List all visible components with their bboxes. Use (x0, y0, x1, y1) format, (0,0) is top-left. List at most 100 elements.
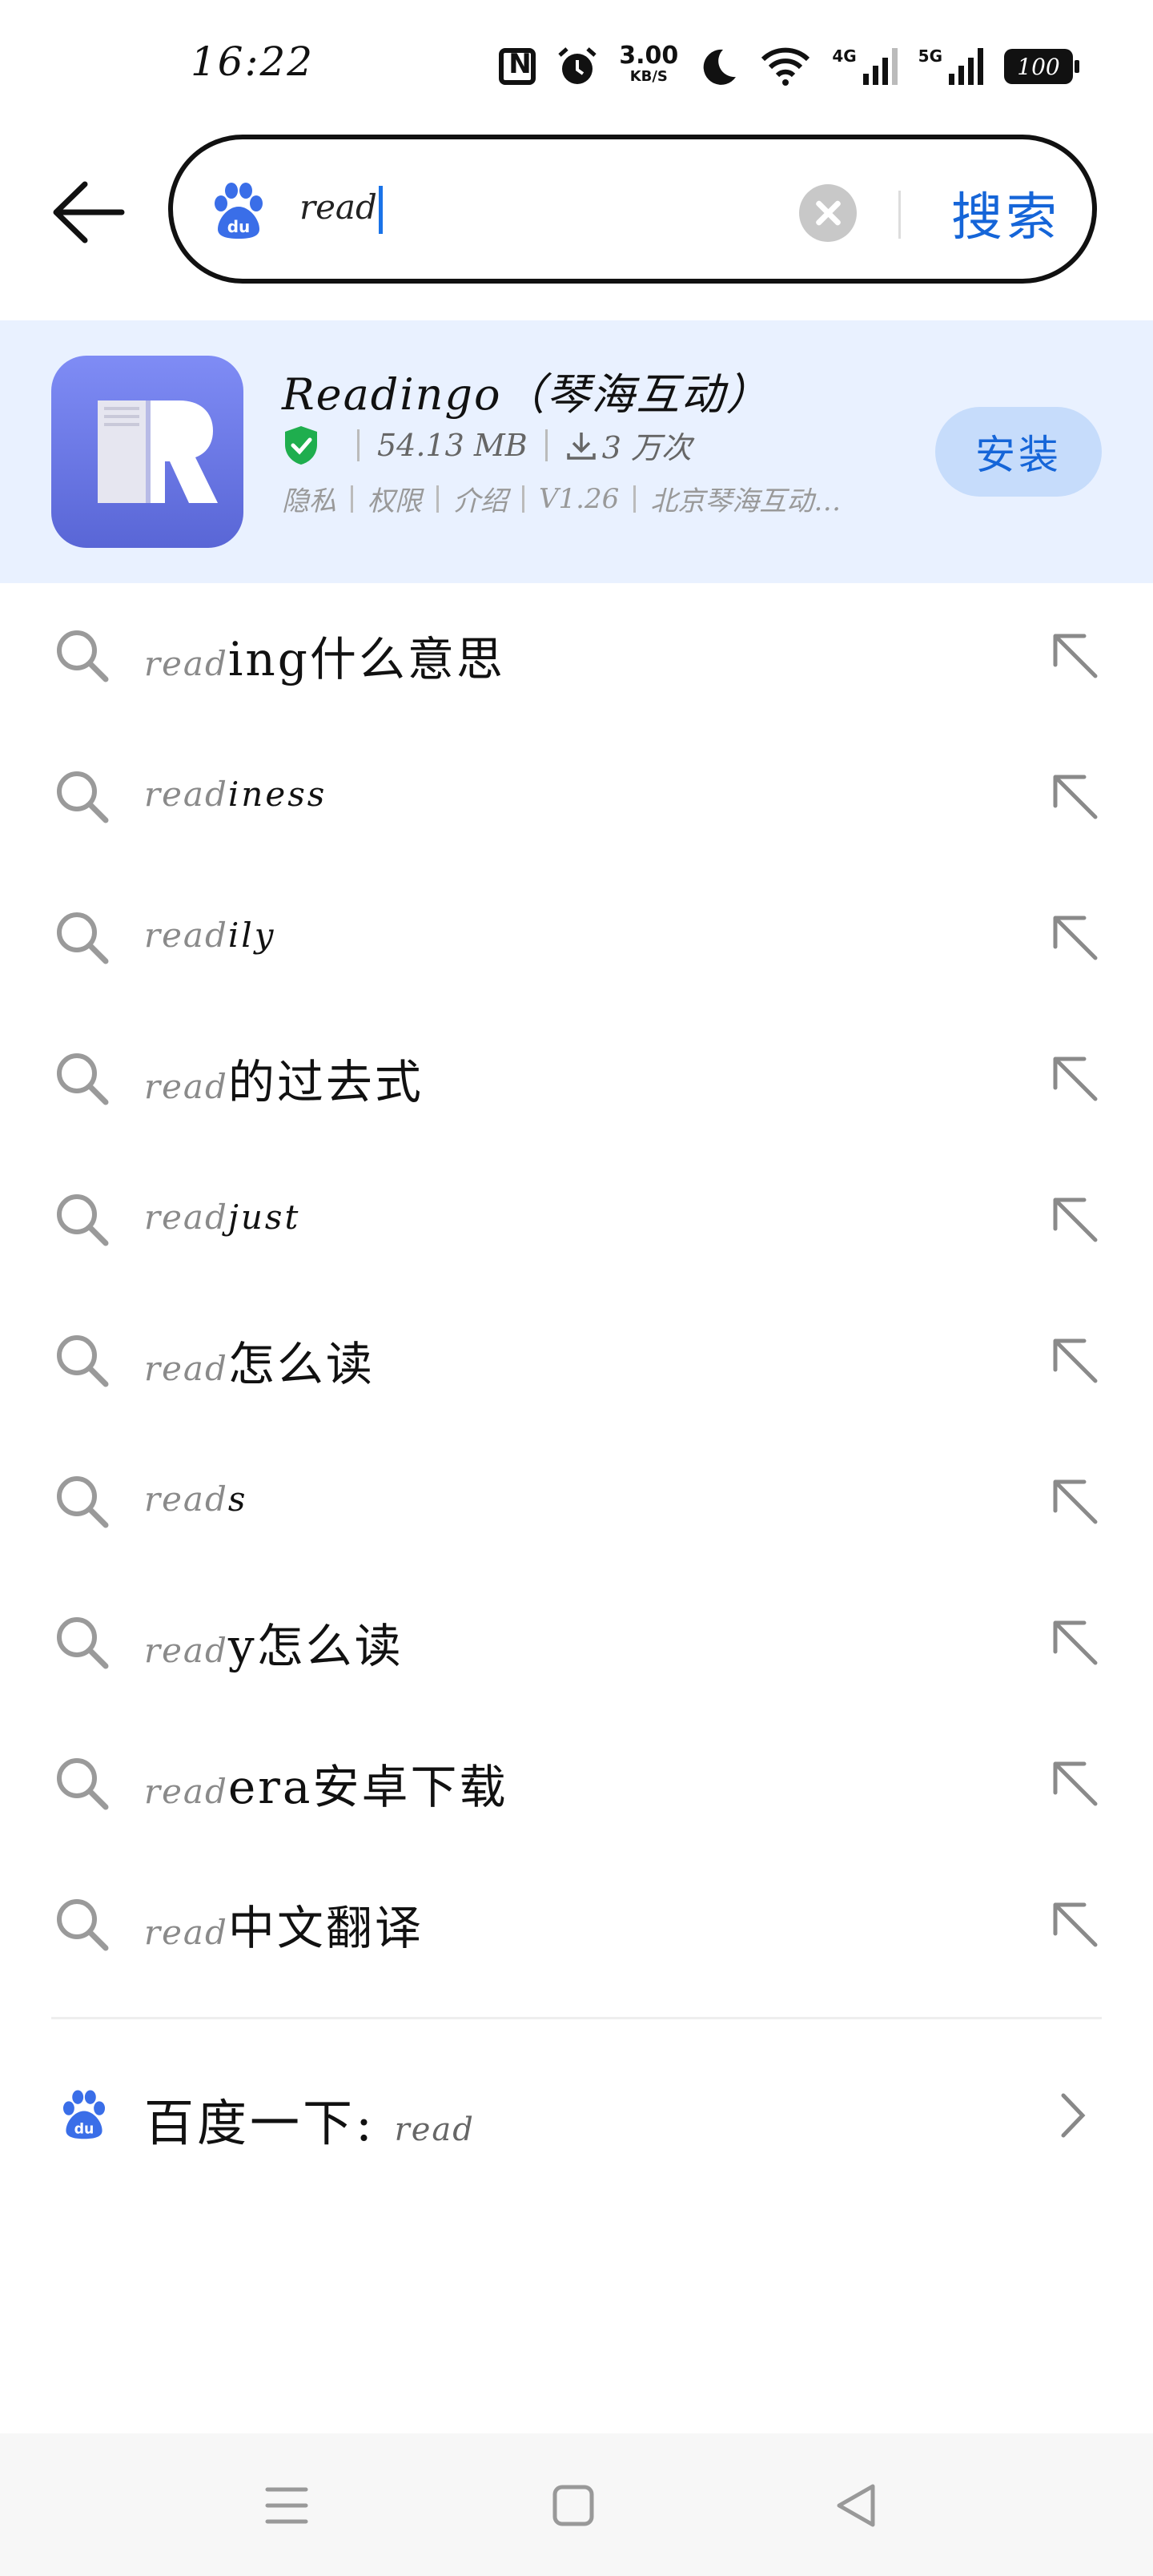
suggestion-completion: 怎么读 (227, 1337, 375, 1391)
fill-arrow-icon[interactable] (1046, 1613, 1103, 1671)
suggestion-text: read怎么读 (144, 1326, 375, 1394)
suggestion-text: readera安卓下载 (144, 1749, 508, 1817)
app-downloads: 3 万次 (601, 430, 692, 465)
suggestion-prefix: read (144, 1479, 228, 1519)
app-link-privacy[interactable]: 隐私 (282, 479, 336, 518)
suggestion-row[interactable]: read中文翻译 (0, 1854, 1153, 1994)
network-type-4g: 4G (832, 46, 857, 66)
nfc-icon (499, 48, 536, 85)
baidu-search-label: 百度一下: read (144, 2083, 475, 2155)
search-icon (57, 1194, 109, 1246)
suggestion-row[interactable]: ready怎么读 (0, 1572, 1153, 1713)
system-nav-bar (0, 2433, 1153, 2576)
signal-bars-icon (949, 48, 983, 85)
fill-arrow-icon[interactable] (1046, 1049, 1103, 1107)
baidu-search-query: read (394, 2111, 475, 2148)
signal-bars-icon (862, 48, 898, 85)
fill-arrow-icon[interactable] (1046, 908, 1103, 966)
suggestion-text: reading什么意思 (144, 622, 505, 689)
do-not-disturb-moon-icon (703, 49, 737, 85)
readingo-logo-icon (98, 400, 218, 503)
link-separator (522, 485, 524, 513)
search-box[interactable]: du read 搜索 (168, 135, 1097, 284)
suggestion-text: reads (144, 1467, 247, 1522)
suggestion-row[interactable]: readily (0, 867, 1153, 1008)
fill-arrow-icon[interactable] (1046, 767, 1103, 825)
suggestion-completion: 中文翻译 (227, 1901, 424, 1955)
back-arrow-icon[interactable] (48, 176, 128, 248)
wifi-icon (761, 47, 810, 86)
home-icon[interactable] (549, 2481, 597, 2530)
search-icon (57, 912, 109, 964)
list-divider (51, 2017, 1102, 2019)
suggestion-completion: ily (227, 916, 276, 955)
status-icons: 3.00 KB/S 4G 5G 100 (499, 38, 1079, 95)
search-icon (57, 1899, 109, 1951)
app-links: 隐私 权限 介绍 V1.26 北京琴海互动… (282, 479, 841, 518)
svg-text:du: du (74, 2121, 94, 2137)
verified-shield-icon (285, 425, 317, 465)
suggestion-row[interactable]: readiness (0, 726, 1153, 867)
search-query-text: read (299, 187, 377, 227)
suggestion-completion: iness (227, 775, 327, 814)
fill-arrow-icon[interactable] (1046, 1472, 1103, 1530)
fill-arrow-icon[interactable] (1046, 1895, 1103, 1953)
suggestion-prefix: read (144, 1349, 228, 1388)
readingo-app-icon (51, 356, 243, 548)
suggestion-row[interactable]: read的过去式 (0, 1008, 1153, 1149)
app-link-intro[interactable]: 介绍 (453, 479, 508, 518)
app-meta: 54.13 MB 3 万次 (282, 423, 692, 467)
search-icon (57, 1053, 109, 1105)
search-button[interactable]: 搜索 (951, 176, 1060, 250)
fill-arrow-icon[interactable] (1046, 1331, 1103, 1389)
network-speed-value: 3.00 (619, 42, 679, 70)
search-icon (57, 1476, 109, 1528)
baidu-logo-icon: du (62, 2090, 106, 2139)
fill-arrow-icon[interactable] (1046, 1190, 1103, 1248)
suggestion-list: reading什么意思 readiness readily read的过去式 readj… (0, 585, 1153, 1994)
link-separator (436, 485, 439, 513)
clear-icon[interactable] (799, 184, 857, 242)
link-separator (351, 485, 353, 513)
network-type-5g: 5G (918, 46, 942, 66)
app-card[interactable]: Readingo（琴海互动） 54.13 MB 3 万次 隐私 权限 介绍 V1… (0, 320, 1153, 583)
fill-arrow-icon[interactable] (1046, 1754, 1103, 1812)
alarm-icon (558, 47, 597, 84)
battery-icon: 100 (1004, 49, 1079, 84)
suggestion-completion: ing什么意思 (227, 632, 505, 686)
search-icon (57, 630, 109, 682)
svg-text:du: du (227, 217, 251, 236)
suggestion-prefix: read (144, 775, 228, 814)
menu-icon[interactable] (263, 2481, 311, 2530)
app-version: V1.26 (539, 482, 620, 515)
link-separator (633, 485, 637, 513)
suggestion-prefix: read (144, 644, 228, 683)
suggestion-completion: just (227, 1197, 301, 1237)
suggestion-row[interactable]: reads (0, 1431, 1153, 1572)
fill-arrow-icon[interactable] (1046, 626, 1103, 684)
suggestion-text: readjust (144, 1185, 300, 1240)
suggestion-text: read中文翻译 (144, 1890, 424, 1958)
status-time: 16:22 (191, 38, 315, 85)
suggestion-prefix: read (144, 1067, 228, 1106)
suggestion-row[interactable]: reading什么意思 (0, 585, 1153, 726)
baidu-search-row[interactable]: du 百度一下: read (0, 2051, 1153, 2179)
suggestion-prefix: read (144, 1772, 228, 1811)
app-name: Readingo（琴海互动） (282, 369, 771, 420)
suggestion-row[interactable]: read怎么读 (0, 1290, 1153, 1431)
suggestion-prefix: read (144, 1913, 228, 1952)
install-button[interactable]: 安装 (935, 407, 1102, 497)
suggestion-prefix: read (144, 1197, 228, 1237)
meta-separator (544, 429, 548, 461)
search-input[interactable]: read (299, 186, 383, 234)
chevron-right-icon (1061, 2093, 1086, 2138)
search-icon (57, 1335, 109, 1387)
suggestion-prefix: read (144, 916, 228, 955)
network-speed: 3.00 KB/S (619, 44, 678, 87)
suggestion-completion: y怎么读 (227, 1619, 404, 1673)
app-link-permissions[interactable]: 权限 (368, 479, 422, 518)
back-triangle-icon[interactable] (833, 2481, 881, 2530)
suggestion-row[interactable]: readera安卓下载 (0, 1713, 1153, 1854)
suggestion-row[interactable]: readjust (0, 1149, 1153, 1290)
suggestion-text: read的过去式 (144, 1044, 424, 1112)
